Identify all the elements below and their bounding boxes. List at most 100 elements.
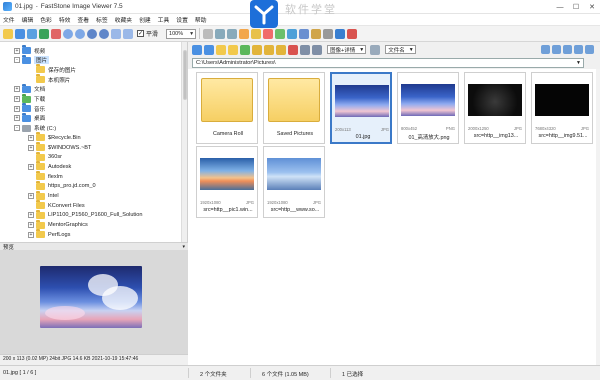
tree-item[interactable]: https_pro.jd.com_0 bbox=[28, 180, 96, 191]
collapse-icon[interactable]: - bbox=[14, 125, 20, 132]
expand-icon[interactable]: + bbox=[28, 222, 34, 229]
menu-favorites[interactable]: 收藏夹 bbox=[115, 15, 132, 24]
resize-icon[interactable] bbox=[251, 28, 262, 39]
tree-item[interactable]: KConvert Files bbox=[28, 200, 85, 210]
layout-icon-3[interactable] bbox=[563, 45, 572, 54]
tree-item[interactable]: + 视频 bbox=[14, 45, 45, 55]
smooth-checkbox[interactable]: ✓ 平滑 bbox=[137, 29, 158, 38]
save-icon[interactable] bbox=[39, 28, 49, 39]
preview-close-icon[interactable]: ▾ bbox=[182, 244, 185, 250]
copy-to-icon[interactable] bbox=[264, 44, 274, 55]
expand-icon[interactable]: + bbox=[14, 47, 20, 54]
tree-item[interactable]: + PerfLogs bbox=[28, 229, 70, 239]
layout-icon-4[interactable] bbox=[574, 45, 583, 54]
tree-scrollbar-thumb[interactable] bbox=[183, 50, 187, 100]
menu-create[interactable]: 创建 bbox=[139, 15, 151, 24]
browser-icon[interactable] bbox=[15, 28, 25, 39]
tree-item[interactable]: + 音乐 bbox=[14, 103, 45, 113]
view-mode-select[interactable]: 图像+详情 ▼ bbox=[327, 45, 367, 54]
layout-icon-2[interactable] bbox=[552, 45, 561, 54]
menu-edit[interactable]: 编辑 bbox=[22, 15, 34, 24]
menu-tools[interactable]: 工具 bbox=[158, 15, 170, 24]
tree-item[interactable]: + 文档 bbox=[14, 83, 45, 94]
menu-view[interactable]: 查看 bbox=[77, 15, 89, 24]
close-icon[interactable]: ✕ bbox=[584, 0, 600, 14]
folder-thumbnail[interactable]: Camera Roll bbox=[196, 72, 258, 144]
menu-help[interactable]: 帮助 bbox=[195, 15, 207, 24]
forward-icon[interactable] bbox=[204, 44, 214, 55]
expand-icon[interactable]: + bbox=[28, 144, 34, 151]
minimize-icon[interactable]: — bbox=[552, 0, 568, 14]
menu-tags[interactable]: 标签 bbox=[96, 15, 108, 24]
expand-icon[interactable]: + bbox=[28, 163, 34, 170]
email-icon[interactable] bbox=[287, 28, 298, 39]
image-thumbnail[interactable]: 1920x1080 JPG src=http__www.so... bbox=[263, 146, 325, 218]
expand-icon[interactable]: + bbox=[14, 96, 20, 102]
folder-tree[interactable]: + 视频 - 图片 保存的图片 本机照片 + 文档 + 下载 + 音乐 + 桌面 - 系统 (C:) + $Rec… bbox=[0, 42, 188, 242]
zoom-out-icon[interactable] bbox=[99, 28, 109, 39]
open-folder-icon[interactable] bbox=[3, 28, 13, 39]
zoom-in-icon[interactable] bbox=[87, 28, 97, 39]
menu-settings[interactable]: 设置 bbox=[176, 15, 188, 24]
crop-icon[interactable] bbox=[239, 28, 250, 39]
move-to-icon[interactable] bbox=[276, 44, 286, 55]
new-folder-icon[interactable] bbox=[228, 44, 238, 55]
next-icon[interactable] bbox=[75, 28, 85, 39]
folder-thumbnail[interactable]: Saved Pictures bbox=[263, 72, 325, 144]
expand-icon[interactable]: + bbox=[28, 212, 34, 219]
compare-icon[interactable] bbox=[311, 28, 322, 39]
image-thumbnail[interactable]: 7680x4320 JPG src=http__img9.51... bbox=[531, 72, 593, 144]
image-thumbnail[interactable]: 1920x1080 JPG src=http__pic1.win... bbox=[196, 146, 258, 218]
tree-item[interactable]: + LIP1100_P1560_P1600_Full_Solution bbox=[28, 209, 142, 220]
thumbnail-area[interactable]: Camera Roll Saved Pictures 200x113 JPG 01.jp… bbox=[188, 69, 596, 365]
print-icon[interactable] bbox=[323, 28, 334, 39]
tree-item[interactable]: 保存的图片 bbox=[28, 64, 76, 74]
sort-select[interactable]: 文件名 ▼ bbox=[385, 45, 416, 54]
menu-effects[interactable]: 特效 bbox=[59, 15, 71, 24]
tree-item[interactable]: 360sr bbox=[28, 151, 62, 162]
rotate-left-icon[interactable] bbox=[215, 28, 226, 39]
layout-icon-5[interactable] bbox=[585, 45, 594, 54]
color-icon[interactable] bbox=[275, 28, 286, 39]
actual-size-icon[interactable] bbox=[123, 28, 133, 39]
tree-scrollbar[interactable] bbox=[181, 42, 187, 242]
address-input[interactable]: C:\Users\Administrator\Pictures\ ▼ bbox=[192, 57, 584, 68]
tree-item[interactable]: + $Recycle.Bin bbox=[28, 132, 81, 142]
image-thumbnail[interactable]: 2000x1250 JPG src=http__img13... bbox=[464, 72, 526, 144]
preview-image[interactable] bbox=[40, 266, 142, 328]
zoom-select[interactable]: 100% ▼ bbox=[166, 28, 197, 39]
expand-icon[interactable]: + bbox=[28, 231, 34, 238]
expand-icon[interactable]: + bbox=[14, 105, 20, 112]
menu-file[interactable]: 文件 bbox=[3, 15, 15, 24]
image-thumbnail[interactable]: 800x452 PNG 01_高清放大.png bbox=[397, 72, 459, 144]
layout-icon-1[interactable] bbox=[541, 45, 550, 54]
fullscreen-icon[interactable] bbox=[27, 28, 37, 39]
tree-item[interactable]: flexlm bbox=[28, 171, 63, 181]
tree-item[interactable]: + $WINDOWS.~BT bbox=[28, 142, 91, 152]
back-icon[interactable] bbox=[192, 44, 202, 55]
menu-color[interactable]: 色彩 bbox=[40, 15, 52, 24]
slideshow-icon[interactable] bbox=[299, 28, 310, 39]
fit-icon[interactable] bbox=[111, 28, 121, 39]
up-folder-icon[interactable] bbox=[216, 44, 226, 55]
tree-item[interactable]: + Intel bbox=[28, 190, 59, 201]
exit-icon[interactable] bbox=[347, 28, 358, 39]
expand-icon[interactable]: + bbox=[14, 115, 20, 122]
thumbnail-scrollbar[interactable] bbox=[596, 69, 600, 365]
tree-item[interactable]: + 下载 bbox=[14, 93, 45, 104]
tree-item[interactable]: - 系统 (C:) bbox=[14, 124, 56, 133]
delete-icon[interactable] bbox=[51, 28, 61, 39]
expand-icon[interactable]: + bbox=[28, 134, 34, 141]
thumbnail-size-icon[interactable] bbox=[312, 44, 322, 55]
refresh-icon[interactable] bbox=[240, 44, 250, 55]
sort-icon[interactable] bbox=[370, 44, 381, 55]
hand-tool-icon[interactable] bbox=[203, 28, 214, 39]
scanner-icon[interactable] bbox=[335, 28, 346, 39]
maximize-icon[interactable]: ☐ bbox=[568, 0, 584, 14]
delete-file-icon[interactable] bbox=[288, 44, 298, 55]
tree-item[interactable]: 本机照片 bbox=[28, 74, 70, 84]
expand-icon[interactable]: + bbox=[14, 86, 20, 93]
tree-item[interactable]: + 桌面 bbox=[14, 112, 45, 123]
tree-item[interactable]: - 图片 bbox=[14, 54, 50, 65]
collapse-icon[interactable]: - bbox=[14, 57, 20, 64]
